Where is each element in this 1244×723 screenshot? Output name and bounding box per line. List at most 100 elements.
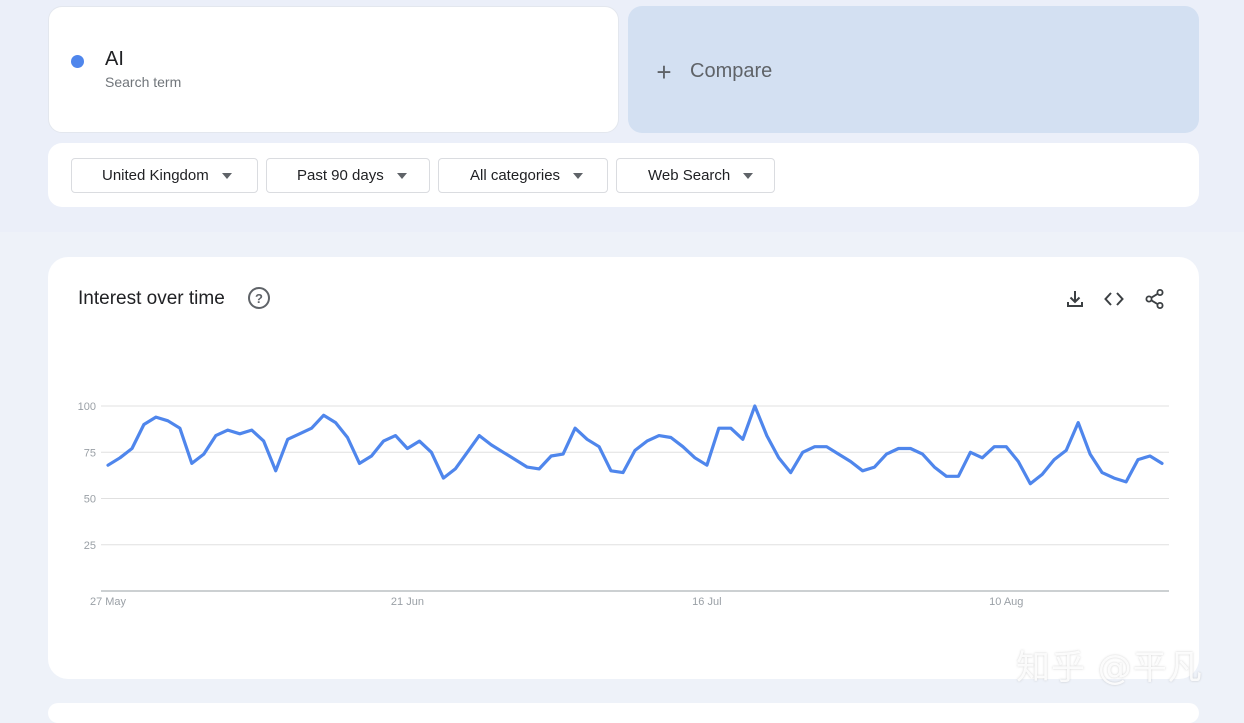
data-point[interactable]	[765, 434, 769, 438]
data-point[interactable]	[717, 426, 721, 430]
data-point[interactable]	[417, 439, 421, 443]
data-point[interactable]	[837, 452, 841, 456]
data-point[interactable]	[873, 465, 877, 469]
data-point[interactable]	[393, 434, 397, 438]
data-point[interactable]	[106, 463, 110, 467]
data-point[interactable]	[334, 421, 338, 425]
data-point[interactable]	[1124, 480, 1128, 484]
data-point[interactable]	[585, 437, 589, 441]
data-point[interactable]	[1076, 421, 1080, 425]
data-point[interactable]	[298, 432, 302, 436]
data-point[interactable]	[753, 404, 757, 408]
data-point[interactable]	[441, 476, 445, 480]
data-point[interactable]	[346, 435, 350, 439]
data-point[interactable]	[645, 439, 649, 443]
data-point[interactable]	[1016, 460, 1020, 464]
data-point[interactable]	[405, 447, 409, 451]
data-point[interactable]	[178, 426, 182, 430]
data-point[interactable]	[1040, 472, 1044, 476]
data-point[interactable]	[597, 445, 601, 449]
data-point[interactable]	[669, 435, 673, 439]
data-point[interactable]	[381, 439, 385, 443]
data-point[interactable]	[861, 469, 865, 473]
data-point[interactable]	[741, 437, 745, 441]
data-point[interactable]	[633, 448, 637, 452]
data-point[interactable]	[130, 447, 134, 451]
data-point[interactable]	[465, 450, 469, 454]
data-point[interactable]	[214, 434, 218, 438]
x-tick-label: 16 Jul	[692, 596, 721, 608]
data-point[interactable]	[992, 445, 996, 449]
data-point[interactable]	[1112, 476, 1116, 480]
data-point[interactable]	[885, 452, 889, 456]
data-point[interactable]	[1028, 482, 1032, 486]
interest-line-chart: 25 50 75 100 27 May 21 Jun 16 Jul 10 Aug	[78, 401, 1169, 608]
data-point[interactable]	[609, 469, 613, 473]
data-point[interactable]	[1064, 448, 1068, 452]
data-point[interactable]	[118, 456, 122, 460]
data-point[interactable]	[1100, 471, 1104, 475]
data-point[interactable]	[202, 452, 206, 456]
data-point[interactable]	[274, 469, 278, 473]
data-point[interactable]	[813, 445, 817, 449]
data-point[interactable]	[956, 474, 960, 478]
data-point[interactable]	[1004, 445, 1008, 449]
data-point[interactable]	[429, 450, 433, 454]
data-point[interactable]	[358, 461, 362, 465]
next-panel	[48, 703, 1199, 723]
data-point[interactable]	[166, 419, 170, 423]
watermark: 知乎 @平凡	[1016, 648, 1203, 688]
data-point[interactable]	[250, 428, 254, 432]
data-point[interactable]	[897, 447, 901, 451]
data-point[interactable]	[453, 467, 457, 471]
x-tick-label: 21 Jun	[391, 596, 424, 608]
data-point[interactable]	[322, 413, 326, 417]
data-point[interactable]	[1160, 461, 1164, 465]
data-point[interactable]	[370, 454, 374, 458]
data-point[interactable]	[1136, 458, 1140, 462]
data-point[interactable]	[693, 456, 697, 460]
data-point[interactable]	[190, 461, 194, 465]
data-point[interactable]	[477, 434, 481, 438]
data-point[interactable]	[286, 437, 290, 441]
data-point[interactable]	[1088, 452, 1092, 456]
data-point[interactable]	[561, 452, 565, 456]
data-point[interactable]	[849, 460, 853, 464]
data-point[interactable]	[621, 471, 625, 475]
data-point[interactable]	[681, 445, 685, 449]
data-point[interactable]	[920, 452, 924, 456]
y-tick-label: 50	[84, 494, 96, 506]
series-line	[106, 404, 1164, 486]
y-tick-label: 75	[84, 447, 96, 459]
data-point[interactable]	[238, 432, 242, 436]
data-point[interactable]	[1052, 458, 1056, 462]
data-point[interactable]	[657, 434, 661, 438]
data-point[interactable]	[1148, 454, 1152, 458]
data-point[interactable]	[825, 445, 829, 449]
x-tick-label: 10 Aug	[989, 596, 1023, 608]
data-point[interactable]	[310, 426, 314, 430]
data-point[interactable]	[968, 450, 972, 454]
data-point[interactable]	[944, 474, 948, 478]
data-point[interactable]	[537, 467, 541, 471]
data-point[interactable]	[226, 428, 230, 432]
data-point[interactable]	[525, 465, 529, 469]
data-point[interactable]	[789, 471, 793, 475]
data-point[interactable]	[513, 458, 517, 462]
data-point[interactable]	[142, 423, 146, 427]
data-point[interactable]	[489, 443, 493, 447]
data-point[interactable]	[501, 450, 505, 454]
data-point[interactable]	[801, 450, 805, 454]
data-point[interactable]	[729, 426, 733, 430]
data-point[interactable]	[932, 465, 936, 469]
data-point[interactable]	[908, 447, 912, 451]
y-tick-label: 100	[78, 401, 96, 413]
data-point[interactable]	[705, 463, 709, 467]
data-point[interactable]	[573, 426, 577, 430]
data-point[interactable]	[549, 454, 553, 458]
data-point[interactable]	[980, 456, 984, 460]
data-point[interactable]	[154, 415, 158, 419]
y-tick-label: 25	[84, 540, 96, 552]
data-point[interactable]	[262, 439, 266, 443]
data-point[interactable]	[777, 456, 781, 460]
